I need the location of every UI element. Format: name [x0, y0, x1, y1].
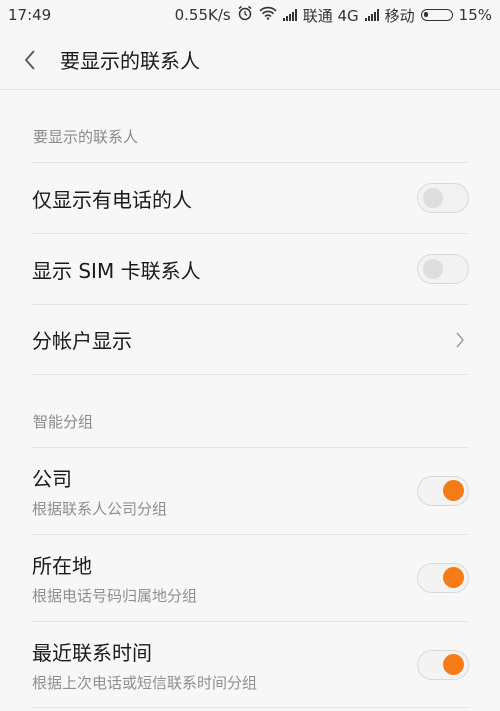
toggle-knob — [443, 480, 464, 501]
setting-description: 根据上次电话或短信联系时间分组 — [32, 673, 258, 692]
carrier-2: 移动 — [384, 6, 415, 25]
setting-show-sim-contacts[interactable]: 显示 SIM 卡联系人 — [32, 233, 469, 304]
status-icons: 0.55K/s 联通 4G 移动 15% — [175, 5, 492, 26]
setting-label: 仅显示有电话的人 — [32, 187, 192, 212]
section-header-display: 要显示的联系人 — [33, 128, 139, 146]
status-bar: 17:49 0.55K/s 联通 4G 移动 15% — [0, 0, 500, 30]
battery-level: 15% — [458, 6, 492, 24]
toggle-knob — [443, 653, 464, 675]
chevron-right-icon — [452, 330, 468, 350]
toggle-knob — [423, 188, 443, 208]
status-time: 17:49 — [8, 6, 52, 24]
wifi-icon — [259, 6, 277, 24]
toggle-switch[interactable] — [417, 476, 469, 506]
signal-icon — [282, 9, 297, 21]
setting-only-with-phone[interactable]: 仅显示有电话的人 — [32, 162, 469, 233]
title-bar: 要显示的联系人 — [0, 30, 500, 90]
toggle-switch[interactable] — [417, 254, 469, 284]
setting-group-location[interactable]: 所在地 根据电话号码归属地分组 — [32, 534, 469, 621]
setting-group-recent-contact[interactable]: 最近联系时间 根据上次电话或短信联系时间分组 — [32, 621, 469, 708]
setting-label: 最近联系时间 — [32, 640, 152, 665]
setting-group-company[interactable]: 公司 根据联系人公司分组 — [32, 447, 469, 534]
page-title: 要显示的联系人 — [60, 49, 200, 73]
toggle-switch[interactable] — [417, 183, 469, 213]
setting-label: 公司 — [32, 467, 72, 491]
toggle-switch[interactable] — [417, 563, 469, 593]
setting-label: 分帐户显示 — [32, 329, 132, 353]
setting-label: 所在地 — [32, 554, 92, 578]
battery-icon — [420, 9, 453, 21]
setting-description: 根据联系人公司分组 — [32, 500, 168, 518]
toggle-switch[interactable] — [417, 649, 469, 680]
setting-label: 显示 SIM 卡联系人 — [32, 258, 201, 283]
toggle-knob — [423, 259, 443, 279]
back-icon[interactable] — [0, 30, 60, 90]
setting-show-by-account[interactable]: 分帐户显示 — [32, 304, 468, 375]
section-header-smart-group: 智能分组 — [33, 413, 94, 431]
carrier-1: 联通 4G — [302, 6, 359, 25]
alarm-icon — [237, 5, 253, 25]
network-speed: 0.55K/s — [174, 6, 231, 24]
signal-icon — [364, 9, 379, 21]
setting-description: 根据电话号码归属地分组 — [32, 587, 198, 605]
toggle-knob — [443, 567, 464, 588]
